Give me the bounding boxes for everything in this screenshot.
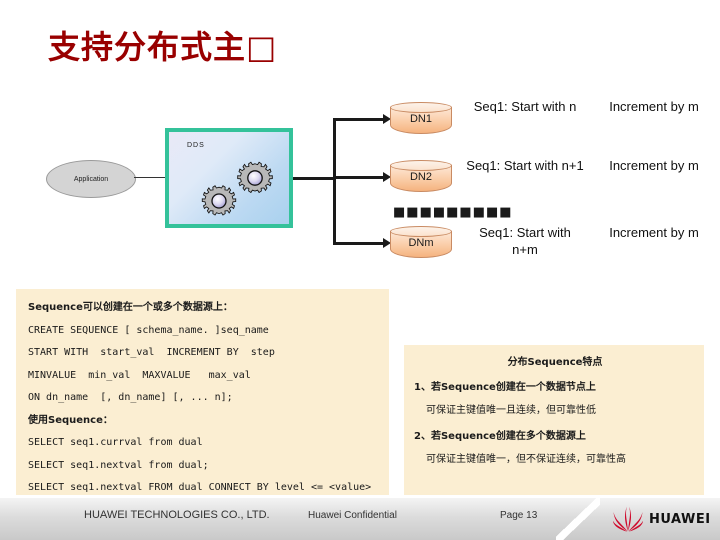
sequence-increment-text: Increment by m [609, 99, 699, 114]
sql-syntax-panel: Sequence可以创建在一个或多个数据源上： CREATE SEQUENCE … [16, 289, 389, 495]
gears-icon [201, 161, 273, 216]
sql-line: ON dn_name [, dn_name] [, ... n]; [28, 392, 233, 403]
ellipsis-indicator: ■■■■■■■■■ [393, 205, 513, 220]
dds-box: DDS [165, 128, 293, 228]
database-cylinder-top [390, 160, 452, 171]
database-node-label: DN1 [409, 113, 432, 125]
feature-item-heading: 1、若Sequence创建在一个数据节点上 [414, 382, 596, 393]
database-node-dn1[interactable]: DN1 [390, 102, 452, 136]
feature-panel-title: 分布Sequence特点 [507, 357, 603, 368]
page-title: 支持分布式主□ [48, 28, 278, 66]
page-number: Page 13 [500, 510, 538, 521]
sql-line: CREATE SEQUENCE [ schema_name. ]seq_name [28, 324, 269, 336]
sequence-start-text: Seq1: Start with n [473, 99, 577, 114]
branch-connector-dn1 [333, 118, 385, 121]
feature-item-body: 可保证主键值唯一且连续，但可靠性低 [426, 405, 596, 416]
feature-panel: 分布Sequence特点 1、若Sequence创建在一个数据节点上 可保证主键… [404, 345, 704, 495]
database-cylinder-top [390, 102, 452, 113]
database-node-dnm[interactable]: DNm [390, 226, 452, 260]
database-node-label: DN2 [409, 171, 432, 183]
sequence-row-dn1: Seq1: Start with n Increment by m [465, 98, 715, 115]
branch-connector-dn2 [333, 176, 385, 179]
feature-item-heading: 2、若Sequence创建在多个数据源上 [414, 431, 586, 442]
sequence-row-dn2: Seq1: Start with n+1 Increment by m [465, 157, 715, 174]
dds-box-label: DDS [187, 142, 205, 149]
footer-confidential-text: Huawei Confidential [308, 510, 397, 521]
sequence-increment-text: Increment by m [609, 158, 699, 173]
application-node: Application [46, 160, 136, 198]
footer-company-text: HUAWEI TECHNOLOGIES CO., LTD. [84, 509, 270, 521]
sequence-start-text: Seq1: Start with n+m [479, 225, 571, 257]
sequence-row-dnm: Seq1: Start with n+m Increment by m [465, 224, 715, 258]
sql-line: MINVALUE min_val MAXVALUE max_val [28, 369, 251, 381]
sql-line: START WITH start_val INCREMENT BY step [28, 347, 275, 358]
application-to-dds-connector [134, 177, 165, 178]
sql-line: SELECT seq1.nextval FROM dual CONNECT BY… [28, 482, 372, 493]
huawei-wordmark-text: HUAWEI [649, 511, 711, 527]
sequence-start-text: Seq1: Start with n+1 [466, 158, 584, 173]
slide-footer: HUAWEI TECHNOLOGIES CO., LTD. Huawei Con… [0, 498, 720, 540]
bus-vertical-connector [333, 118, 336, 245]
database-cylinder-top [390, 226, 452, 237]
database-node-label: DNm [408, 237, 434, 249]
database-node-dn2[interactable]: DN2 [390, 160, 452, 194]
slide-canvas: 支持分布式主□ Application DDS DN1 DN2 ■■■■■■■■… [0, 0, 720, 540]
dds-to-bus-connector [293, 177, 333, 180]
sql-line: SELECT seq1.nextval from dual; [28, 459, 209, 471]
feature-item-body: 可保证主键值唯一，但不保证连续，可靠性高 [426, 454, 626, 465]
sql-line: Sequence可以创建在一个或多个数据源上： [28, 302, 233, 313]
sql-line: SELECT seq1.currval from dual [28, 437, 203, 448]
footer-divider [556, 498, 600, 540]
sequence-increment-text: Increment by m [609, 225, 699, 240]
branch-connector-dnm [333, 242, 385, 245]
application-node-label: Application [73, 175, 109, 183]
sql-line: 使用Sequence： [28, 414, 113, 426]
huawei-logo: HUAWEI [613, 506, 711, 532]
huawei-flower-icon [613, 506, 643, 532]
